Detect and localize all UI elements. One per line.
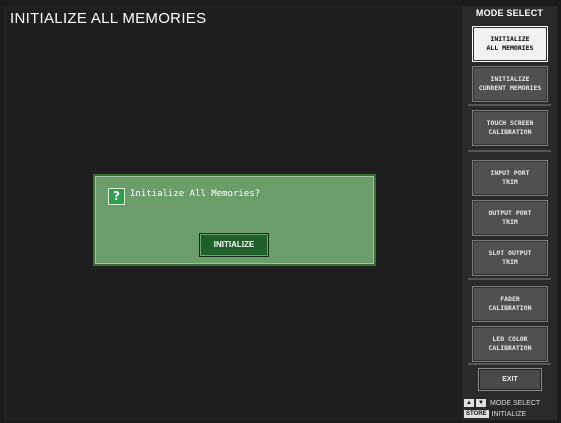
mode-fader-calibration-button[interactable]: FADER CALIBRATION: [472, 286, 548, 322]
button-label-line1: INITIALIZE: [490, 35, 530, 43]
dialog-message: Initialize All Memories?: [130, 189, 261, 199]
button-label-line2: TRIM: [502, 258, 518, 266]
mode-initialize-all-memories-button[interactable]: INITIALIZE ALL MEMORIES: [472, 26, 548, 62]
button-label-line1: INITIALIZE: [490, 75, 530, 83]
mode-select-hint: ▲ ▼ MODE SELECT: [464, 399, 540, 407]
divider: [468, 150, 551, 152]
button-label-line1: FADER: [500, 295, 520, 303]
button-label-line1: INPUT PORT: [490, 169, 530, 177]
divider: [468, 278, 551, 280]
button-label-line2: CALIBRATION: [488, 344, 532, 352]
button-label-line1: SLOT OUTPUT: [488, 249, 532, 257]
mode-touch-screen-calibration-button[interactable]: TOUCH SCREEN CALIBRATION: [472, 110, 548, 146]
mode-slot-output-trim-button[interactable]: SLOT OUTPUT TRIM: [472, 240, 548, 276]
store-key-icon: STORE: [464, 410, 489, 418]
button-label-line1: OUTPUT PORT: [488, 209, 532, 217]
button-label-line2: TRIM: [502, 218, 518, 226]
mode-initialize-current-memories-button[interactable]: INITIALIZE CURRENT MEMORIES: [472, 66, 548, 102]
mode-select-sidebar: MODE SELECT INITIALIZE ALL MEMORIES INITI…: [462, 6, 557, 420]
sidebar-title: MODE SELECT: [475, 8, 544, 18]
button-label-line2: CALIBRATION: [488, 128, 532, 136]
confirm-dialog: ? Initialize All Memories? INITIALIZE: [93, 174, 376, 266]
initialize-hint-label: INITIALIZE: [491, 410, 527, 418]
mode-input-port-trim-button[interactable]: INPUT PORT TRIM: [472, 160, 548, 196]
up-arrow-icon: ▲: [464, 399, 474, 407]
divider: [468, 104, 551, 106]
divider: [468, 363, 551, 365]
button-label-line1: LED COLOR: [492, 335, 528, 343]
exit-button[interactable]: EXIT: [478, 368, 542, 391]
button-label-line2: TRIM: [502, 178, 518, 186]
store-initialize-hint: STORE INITIALIZE: [464, 410, 526, 418]
button-label-line2: CURRENT MEMORIES: [478, 84, 542, 92]
mode-select-hint-label: MODE SELECT: [490, 399, 541, 407]
page-title: INITIALIZE ALL MEMORIES: [10, 10, 207, 27]
down-arrow-icon: ▼: [476, 399, 486, 407]
mode-output-port-trim-button[interactable]: OUTPUT PORT TRIM: [472, 200, 548, 236]
mode-led-color-calibration-button[interactable]: LED COLOR CALIBRATION: [472, 326, 548, 362]
button-label-line2: CALIBRATION: [488, 304, 532, 312]
question-icon: ?: [108, 188, 125, 205]
button-label-line1: TOUCH SCREEN: [486, 119, 534, 127]
initialize-button[interactable]: INITIALIZE: [199, 233, 269, 257]
button-label-line2: ALL MEMORIES: [486, 44, 534, 52]
